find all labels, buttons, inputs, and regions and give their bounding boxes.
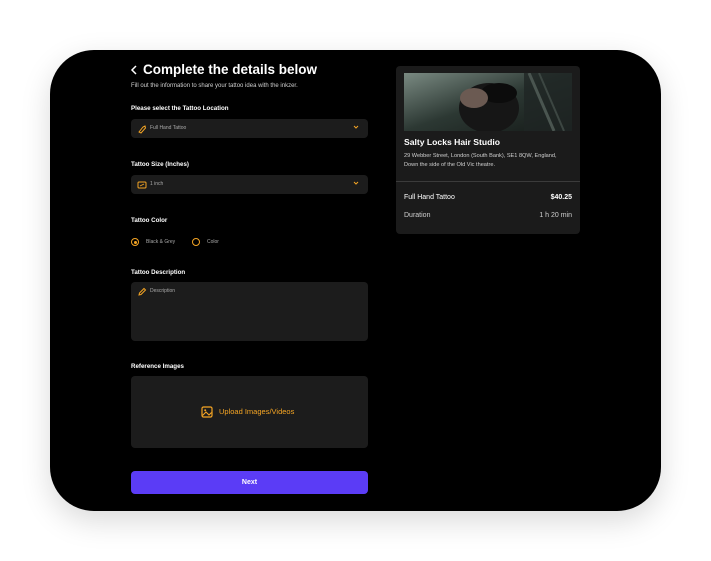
radio-color[interactable] xyxy=(192,238,200,246)
size-select[interactable]: 1 inch xyxy=(131,175,368,194)
chevron-down-icon xyxy=(353,125,359,129)
description-placeholder: Description xyxy=(150,288,176,294)
location-value: Full Hand Tattoo xyxy=(150,125,187,131)
location-select[interactable]: Full Hand Tattoo xyxy=(131,119,368,138)
back-button[interactable] xyxy=(130,64,138,78)
service-name: Full Hand Tattoo xyxy=(404,194,455,201)
chevron-left-icon xyxy=(130,65,137,75)
radio-black-grey-label: Black & Grey xyxy=(146,239,176,245)
duration-value: 1 h 20 min xyxy=(539,212,572,219)
description-label: Tattoo Description xyxy=(131,269,186,276)
size-value: 1 inch xyxy=(150,181,164,187)
size-label: Tattoo Size (Inches) xyxy=(131,161,189,168)
duration-label: Duration xyxy=(404,212,431,219)
next-button[interactable]: Next xyxy=(131,471,368,494)
image-icon xyxy=(201,406,213,418)
arm-icon xyxy=(138,125,147,134)
upload-area[interactable]: Upload Images/Videos xyxy=(131,376,368,448)
app-screen: Complete the details below Fill out the … xyxy=(50,50,661,511)
page-title: Complete the details below xyxy=(143,62,318,77)
studio-photo xyxy=(404,72,572,133)
color-label: Tattoo Color xyxy=(131,217,168,224)
page-subtitle: Fill out the information to share your t… xyxy=(131,83,298,89)
service-price: $40.25 xyxy=(550,194,572,201)
reference-label: Reference Images xyxy=(131,363,184,370)
studio-name: Salty Locks Hair Studio xyxy=(404,137,500,147)
upload-text: Upload Images/Videos xyxy=(219,407,295,416)
location-label: Please select the Tattoo Location xyxy=(131,105,229,112)
pencil-icon xyxy=(138,287,147,296)
chevron-down-icon xyxy=(353,181,359,185)
description-textarea[interactable]: Description xyxy=(131,282,368,341)
divider xyxy=(396,181,580,182)
radio-black-grey[interactable] xyxy=(131,238,139,246)
studio-address: 29 Webber Street, London (South Bank), S… xyxy=(404,153,557,168)
radio-color-label: Color xyxy=(207,239,219,245)
studio-summary-card: Salty Locks Hair Studio 29 Webber Street… xyxy=(396,66,580,234)
ruler-frame-icon xyxy=(137,181,147,189)
